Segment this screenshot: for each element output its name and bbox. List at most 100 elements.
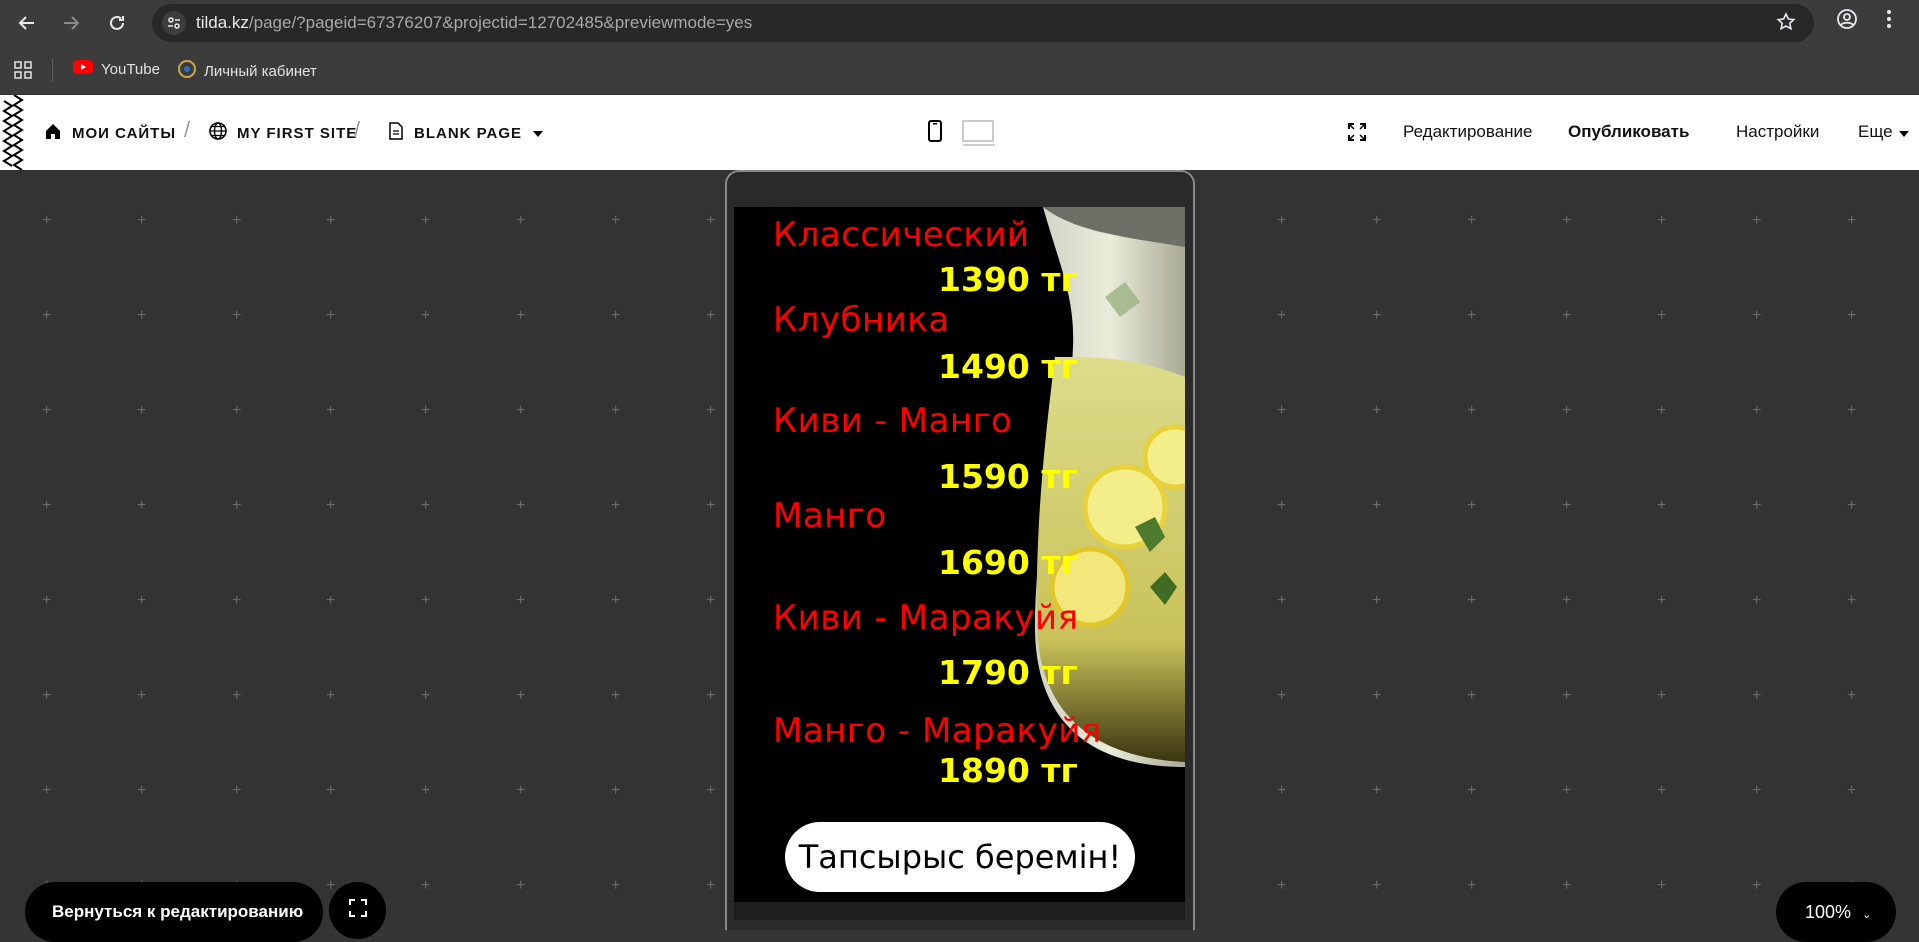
flavor-price: 1790 тг — [938, 653, 1078, 692]
crumb-blank-page[interactable]: BLANK PAGE — [388, 122, 544, 144]
grid-plus-mark: + — [137, 307, 147, 324]
back-arrow-icon[interactable] — [11, 7, 43, 39]
tilda-top-panel: МОИ САЙТЫ / MY FIRST SITE / BLANK PAGE Р… — [0, 95, 1919, 170]
grid-plus-mark: + — [232, 402, 242, 419]
grid-plus-mark: + — [1372, 592, 1382, 609]
chevron-down-icon: ⌄ — [1862, 909, 1872, 921]
grid-plus-mark: + — [516, 782, 526, 799]
grid-plus-mark: + — [326, 497, 336, 514]
tilda-logo-zigzag — [2, 95, 24, 170]
grid-plus-mark: + — [326, 307, 336, 324]
grid-plus-mark: + — [516, 877, 526, 894]
grid-plus-mark: + — [137, 687, 147, 704]
site-info-icon[interactable] — [162, 11, 186, 35]
grid-plus-mark: + — [1657, 687, 1667, 704]
grid-plus-mark: + — [1372, 497, 1382, 514]
grid-plus-mark: + — [42, 307, 52, 324]
grid-plus-mark: + — [611, 497, 621, 514]
bookmark-star-icon[interactable] — [1776, 12, 1796, 38]
fullscreen-icon — [348, 899, 367, 922]
grid-plus-mark: + — [611, 307, 621, 324]
crumb-my-first-site[interactable]: MY FIRST SITE — [209, 122, 357, 144]
address-bar[interactable]: tilda.kz/page/?pageid=67376207&projectid… — [152, 4, 1814, 42]
grid-plus-mark: + — [326, 212, 336, 229]
grid-plus-mark: + — [1752, 592, 1762, 609]
exit-fullscreen-button[interactable] — [329, 882, 386, 939]
grid-plus-mark: + — [421, 402, 431, 419]
grid-plus-mark: + — [1847, 307, 1857, 324]
cabinet-icon — [178, 60, 196, 82]
grid-plus-mark: + — [1657, 497, 1667, 514]
settings-link[interactable]: Настройки — [1736, 122, 1819, 142]
grid-plus-mark: + — [1277, 402, 1287, 419]
grid-plus-mark: + — [421, 687, 431, 704]
grid-plus-mark: + — [137, 402, 147, 419]
profile-icon[interactable] — [1836, 8, 1858, 36]
grid-plus-mark: + — [1657, 592, 1667, 609]
grid-plus-mark: + — [1372, 402, 1382, 419]
grid-plus-mark: + — [706, 782, 716, 799]
grid-plus-mark: + — [1657, 782, 1667, 799]
grid-plus-mark: + — [516, 687, 526, 704]
grid-plus-mark: + — [1752, 877, 1762, 894]
grid-plus-mark: + — [421, 877, 431, 894]
grid-plus-mark: + — [326, 782, 336, 799]
grid-plus-mark: + — [611, 782, 621, 799]
crumb-label: MY FIRST SITE — [237, 124, 358, 142]
youtube-icon — [73, 60, 93, 78]
grid-plus-mark: + — [1372, 212, 1382, 229]
bookmark-youtube[interactable]: YouTube — [73, 60, 160, 78]
globe-icon — [209, 122, 227, 144]
grid-plus-mark: + — [1562, 782, 1572, 799]
grid-plus-mark: + — [1847, 687, 1857, 704]
url-text: tilda.kz/page/?pageid=67376207&projectid… — [196, 13, 752, 33]
grid-plus-mark: + — [1562, 307, 1572, 324]
grid-plus-mark: + — [42, 782, 52, 799]
grid-plus-mark: + — [611, 592, 621, 609]
grid-plus-mark: + — [421, 497, 431, 514]
grid-plus-mark: + — [1752, 402, 1762, 419]
order-button[interactable]: Тапсырыс беремін! — [785, 822, 1135, 892]
grid-plus-mark: + — [42, 592, 52, 609]
grid-plus-mark: + — [706, 877, 716, 894]
reload-icon[interactable] — [101, 7, 133, 39]
mobile-view-icon[interactable] — [928, 120, 942, 147]
grid-plus-mark: + — [1657, 212, 1667, 229]
edit-link[interactable]: Редактирование — [1403, 122, 1533, 142]
page-icon — [388, 122, 404, 144]
bookmark-cabinet[interactable]: Личный кабинет — [178, 60, 317, 82]
grid-plus-mark: + — [1277, 687, 1287, 704]
grid-plus-mark: + — [1562, 497, 1572, 514]
kebab-menu-icon[interactable] — [1886, 8, 1892, 36]
more-menu[interactable]: Еще — [1858, 122, 1909, 142]
chevron-down-icon[interactable] — [532, 125, 544, 142]
flavor-price: 1690 тг — [938, 543, 1078, 582]
grid-plus-mark: + — [232, 497, 242, 514]
zoom-value: 100% — [1805, 902, 1852, 922]
grid-plus-mark: + — [421, 212, 431, 229]
fullscreen-icon[interactable] — [1348, 123, 1366, 146]
back-to-edit-button[interactable]: Вернуться к редактированию — [25, 882, 323, 942]
grid-plus-mark: + — [1372, 687, 1382, 704]
zoom-control[interactable]: 100% ⌄ — [1776, 882, 1896, 942]
grid-plus-mark: + — [1467, 212, 1477, 229]
flavor-price: 1390 тг — [938, 260, 1078, 299]
grid-plus-mark: + — [1562, 402, 1572, 419]
apps-grid-icon[interactable] — [14, 61, 32, 84]
grid-plus-mark: + — [1657, 877, 1667, 894]
grid-plus-mark: + — [611, 212, 621, 229]
crumb-my-sites[interactable]: МОИ САЙТЫ — [44, 122, 176, 144]
grid-plus-mark: + — [137, 497, 147, 514]
crumb-label: BLANK PAGE — [414, 124, 523, 142]
publish-link[interactable]: Опубликовать — [1568, 122, 1689, 142]
grid-plus-mark: + — [706, 592, 716, 609]
flavor-name: Киви - Манго — [773, 401, 1013, 441]
desktop-view-icon[interactable] — [962, 120, 996, 151]
flavor-name: Манго — [773, 496, 887, 536]
grid-plus-mark: + — [706, 687, 716, 704]
forward-arrow-icon[interactable] — [55, 7, 87, 39]
grid-plus-mark: + — [1752, 307, 1762, 324]
grid-plus-mark: + — [1467, 497, 1477, 514]
grid-plus-mark: + — [1657, 402, 1667, 419]
grid-plus-mark: + — [1752, 497, 1762, 514]
